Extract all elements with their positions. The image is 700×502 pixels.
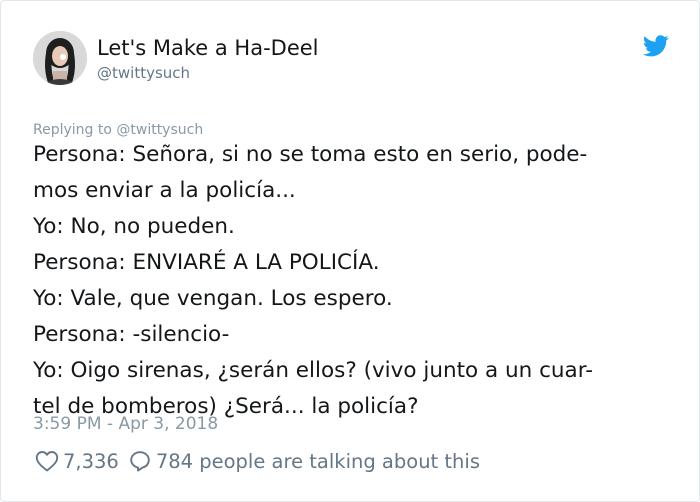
tweet-line: Persona: ENVIARÉ A LA POLICÍA. [33,250,380,275]
avatar[interactable] [33,31,87,85]
user-handle[interactable]: @twittysuch [97,63,190,83]
speech-bubble-icon [130,451,150,472]
avatar-photo [33,31,87,85]
like-button[interactable]: 7,336 [35,450,129,473]
tweet-text: Persona: Señora, si no se toma esto en s… [33,137,673,425]
tweet-line: Yo: No, no pueden. [33,214,235,239]
tweet-card: Let's Make a Ha-Deel @twittysuch Replyin… [0,0,700,502]
tweet-line: Yo: Oigo sirenas, ¿serán ellos? (vivo ju… [33,358,593,383]
engagement-bar: 7,336 784 people are talking about this [35,448,480,474]
tweet-line: mos enviar a la policía... [33,178,296,203]
twitter-bird-icon[interactable] [643,35,669,57]
tweet-line: Yo: Vale, que vengan. Los espero. [33,286,393,311]
heart-icon [35,451,59,472]
conversation-link[interactable]: 784 people are talking about this [129,450,480,473]
tweet-line: Persona: -silencio- [33,322,230,347]
display-name[interactable]: Let's Make a Ha-Deel [97,35,319,61]
tweet-timestamp[interactable]: 3:59 PM - Apr 3, 2018 [33,413,218,435]
tweet-line: Persona: Señora, si no se toma esto en s… [33,142,588,167]
conversation-summary: 784 people are talking about this [155,449,480,473]
like-count: 7,336 [63,449,119,473]
